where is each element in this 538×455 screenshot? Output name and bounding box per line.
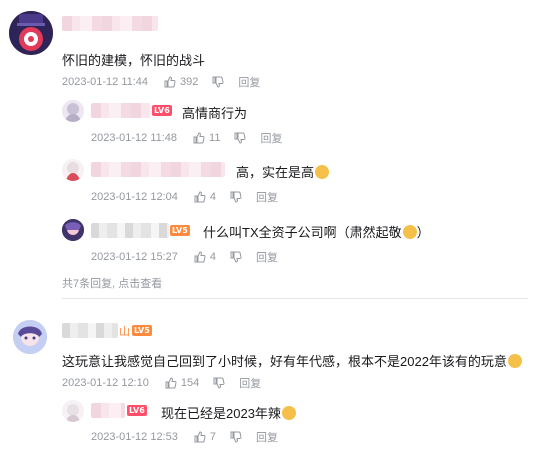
reply-content: 高，实在是高 [236,162,330,181]
dislike-button[interactable] [230,431,242,443]
thumbs-up-icon [193,132,205,144]
level-badge: LV6 [152,105,172,116]
username-suffix[interactable]: 山 [119,323,130,339]
thumbs-down-icon [212,76,224,88]
reply-button[interactable]: 回复 [239,375,261,391]
username-blurred[interactable] [91,162,225,177]
level-badge: LV6 [127,405,147,416]
like-button[interactable]: 7 [194,431,216,443]
dislike-button[interactable] [213,377,225,389]
thumbs-down-icon [234,132,246,144]
thumbs-down-icon [230,251,242,263]
reply-button[interactable]: 回复 [260,130,282,146]
comment-time: 2023-01-12 12:10 [62,377,149,389]
like-count: 4 [209,191,216,203]
reply-time: 2023-01-12 12:04 [91,191,178,203]
view-more-replies[interactable]: 共7条回复, 点击查看 [62,275,162,291]
level-badge: LV5 [170,225,190,236]
reply-meta: 2023-01-12 12:53 7 回复 [91,429,278,445]
reply-meta: 2023-01-12 15:27 4 回复 [91,249,278,265]
like-count: 11 [209,132,221,144]
like-button[interactable]: 4 [194,251,216,263]
reply-content: 什么叫TX全资子公司啊（肃然起敬） [203,225,430,240]
avatar[interactable] [13,320,47,354]
comment-content: 怀旧的建模，怀旧的战斗 [62,53,206,68]
username-blurred[interactable] [91,103,151,118]
doge-emoji [281,406,296,420]
reply-meta: 2023-01-12 11:48 11 回复 [91,130,282,146]
like-button[interactable]: 392 [164,76,198,88]
reply-button[interactable]: 回复 [256,249,278,265]
username-blurred[interactable] [91,223,169,238]
avatar[interactable] [62,400,84,422]
like-button[interactable]: 154 [165,377,199,389]
like-count: 4 [209,251,216,263]
reply-meta: 2023-01-12 12:04 4 回复 [91,189,278,205]
thumbs-up-icon [165,377,177,389]
thumbs-up-icon [194,191,206,203]
username-blurred[interactable] [91,403,125,418]
username-blurred[interactable] [62,16,158,31]
avatar[interactable] [62,159,84,181]
dislike-button[interactable] [230,191,242,203]
reply-button[interactable]: 回复 [238,74,260,90]
comment-meta: 2023-01-12 11:44 392 回复 [62,74,260,90]
username-blurred[interactable] [62,323,118,338]
reply-content: 现在已经是2023年辣 [161,403,296,422]
avatar[interactable] [62,100,84,122]
level-badge: LV5 [132,325,152,336]
thumbs-up-icon [194,431,206,443]
smile-emoji [402,225,417,239]
dislike-button[interactable] [230,251,242,263]
avatar[interactable] [62,219,84,241]
like-count: 154 [180,377,200,389]
like-button[interactable]: 11 [193,132,220,144]
reply-content: 高情商行为 [182,106,248,121]
like-count: 392 [180,76,199,88]
dislike-button[interactable] [212,76,224,88]
laugh-emoji [507,354,522,368]
reply-time: 2023-01-12 12:53 [91,431,178,443]
reply-time: 2023-01-12 11:48 [91,132,178,144]
comment-meta: 2023-01-12 12:10 154 回复 [62,375,261,391]
avatar[interactable] [9,11,53,55]
reply-button[interactable]: 回复 [256,189,278,205]
comment-content: 这玩意让我感觉自己回到了小时候，好有年代感，根本不是2022年该有的玩意 [62,351,522,370]
thumbs-up-icon [194,251,206,263]
reply-button[interactable]: 回复 [256,429,278,445]
comment-time: 2023-01-12 11:44 [62,76,149,88]
dislike-button[interactable] [234,132,246,144]
divider [62,298,528,299]
doge-emoji [315,165,330,179]
thumbs-up-icon [164,76,176,88]
thumbs-down-icon [230,431,242,443]
like-button[interactable]: 4 [194,191,216,203]
thumbs-down-icon [230,191,242,203]
like-count: 7 [209,431,216,443]
thumbs-down-icon [213,377,225,389]
reply-time: 2023-01-12 15:27 [91,251,178,263]
